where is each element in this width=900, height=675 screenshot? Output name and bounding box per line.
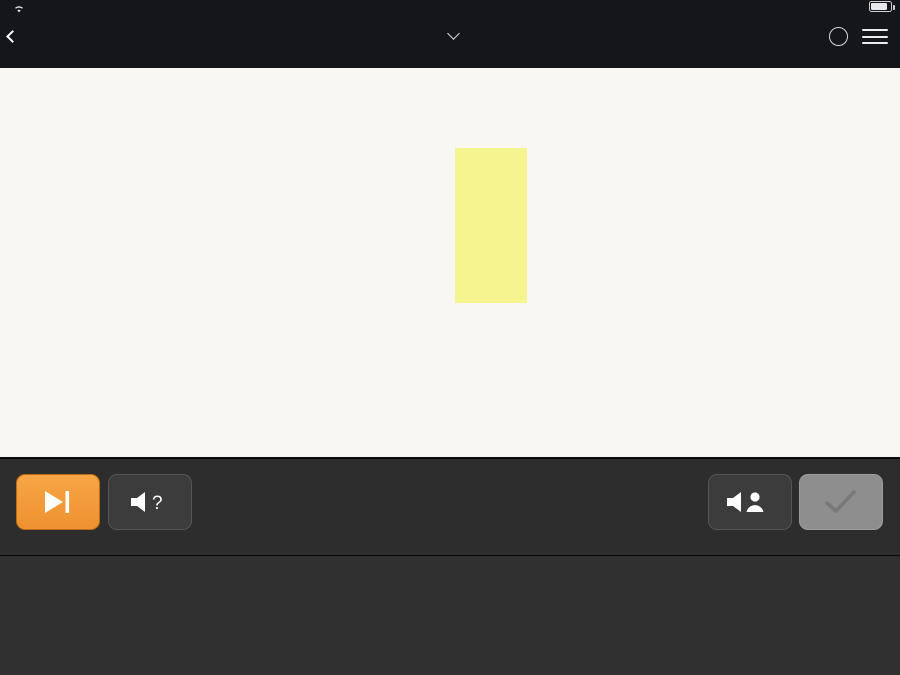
wifi-icon <box>13 1 25 13</box>
navigation-bar <box>0 20 900 52</box>
app-root: ? <box>0 0 900 675</box>
music-notation[interactable] <box>0 68 900 457</box>
play-question-group: ? <box>108 474 192 535</box>
solfege-keyboard <box>0 555 900 675</box>
chevron-down-icon <box>447 26 460 40</box>
help-circle-icon[interactable] <box>829 27 848 46</box>
ios-status-bar <box>0 0 900 20</box>
svg-text:?: ? <box>152 493 163 514</box>
control-bar: ? <box>0 457 900 555</box>
evaluate-answer-button[interactable] <box>799 474 883 530</box>
play-my-answer-group <box>708 474 792 535</box>
checkmark-icon <box>825 490 856 513</box>
status-right <box>865 0 895 12</box>
score-sheet <box>0 68 900 457</box>
status-left <box>8 0 25 13</box>
play-question-button[interactable]: ? <box>108 474 192 530</box>
question-progress-bar <box>0 52 900 68</box>
play-my-answer-button[interactable] <box>708 474 792 530</box>
new-question-group <box>16 474 100 535</box>
exercise-title-dropdown[interactable] <box>0 20 900 52</box>
speaker-person-icon <box>727 492 764 512</box>
new-question-button[interactable] <box>16 474 100 530</box>
skip-forward-icon <box>45 491 70 513</box>
hamburger-menu-icon[interactable] <box>862 29 888 45</box>
battery-icon <box>869 1 895 12</box>
speaker-question-icon: ? <box>131 492 163 514</box>
evaluate-answer-group <box>799 474 883 535</box>
